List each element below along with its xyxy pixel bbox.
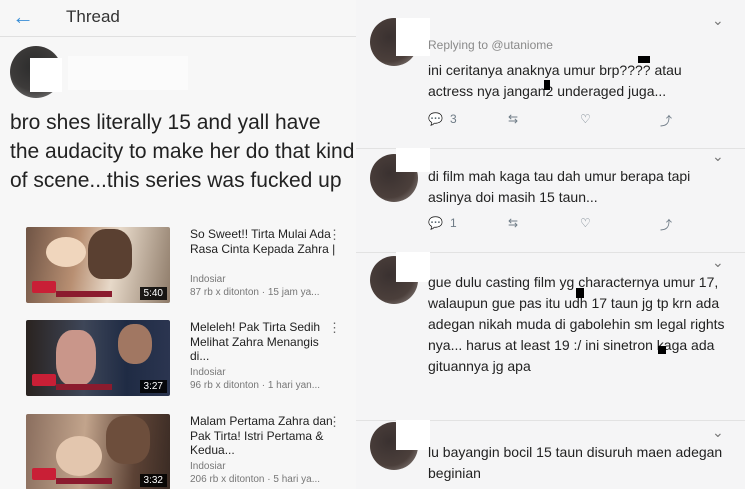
reply-item[interactable]: ⌄ gue dulu casting film yg characternya … [356, 252, 745, 421]
video-channel[interactable]: Indosiar [190, 367, 226, 378]
redacted-name-box [30, 58, 62, 92]
share-icon[interactable]: ⤴ [660, 112, 672, 129]
reply-item[interactable]: ⌄ Replying to @utaniome ini ceritanya an… [356, 0, 745, 149]
share-icon[interactable]: ⤴ [660, 216, 672, 233]
redaction-mark [544, 80, 550, 90]
video-meta: 206 rb x ditonton · 5 hari ya... [190, 474, 321, 485]
more-vert-icon[interactable]: ⋮ [328, 227, 341, 243]
tweet-actions: 💬 3 ⇆ ♡ ⤴ [428, 112, 688, 130]
more-vert-icon[interactable]: ⋮ [328, 414, 341, 430]
post-text: bro shes literally 15 and yall have the … [10, 111, 355, 192]
video-item[interactable]: 5:40 So Sweet!! Tirta Mulai Ada Rasa Cin… [26, 227, 356, 311]
retweet-icon[interactable]: ⇆ [508, 216, 518, 230]
reply-item[interactable]: ⌄ di film mah kaga tau dah umur berapa t… [356, 148, 745, 253]
channel-logo-icon [32, 374, 56, 386]
thread-panel: ← Thread bro shes literally 15 and yall … [0, 0, 356, 489]
chevron-down-icon[interactable]: ⌄ [712, 12, 724, 29]
video-duration: 3:32 [139, 474, 167, 487]
redacted-name-box [396, 420, 430, 450]
video-title[interactable]: So Sweet!! Tirta Mulai Ada Rasa Cinta Ke… [190, 227, 340, 256]
thread-header: ← Thread [0, 0, 356, 37]
reply-icon[interactable]: 💬 [428, 112, 443, 126]
chevron-down-icon[interactable]: ⌄ [712, 424, 724, 441]
video-title[interactable]: Meleleh! Pak Tirta Sedih Melihat Zahra M… [190, 320, 340, 364]
like-icon[interactable]: ♡ [580, 216, 591, 230]
video-meta: 96 rb x ditonton · 1 hari yan... [190, 380, 321, 391]
reply-icon[interactable]: 💬 [428, 216, 443, 230]
video-title[interactable]: Malam Pertama Zahra dan Pak Tirta! Istri… [190, 414, 340, 458]
channel-logo-icon [32, 281, 56, 293]
redacted-name-box [396, 148, 430, 172]
video-item[interactable]: 3:32 Malam Pertama Zahra dan Pak Tirta! … [26, 414, 356, 489]
page-title: Thread [66, 7, 120, 26]
chevron-down-icon[interactable]: ⌄ [712, 148, 724, 165]
channel-logo-icon [32, 468, 56, 480]
video-thumbnail[interactable]: 3:27 [26, 320, 170, 396]
more-vert-icon[interactable]: ⋮ [328, 320, 341, 336]
reply-text: di film mah kaga tau dah umur berapa tap… [428, 168, 691, 205]
redaction-mark [658, 346, 666, 354]
video-meta: 87 rb x ditonton · 15 jam ya... [190, 287, 320, 298]
banner-strip [56, 291, 112, 297]
reply-text: lu bayangin bocil 15 taun disuruh maen a… [428, 444, 723, 481]
reply-text: ini ceritanya anaknya umur brp???? atau … [428, 62, 682, 99]
video-item[interactable]: 3:27 Meleleh! Pak Tirta Sedih Melihat Za… [26, 320, 356, 404]
chevron-down-icon[interactable]: ⌄ [712, 254, 724, 271]
video-duration: 5:40 [139, 287, 167, 300]
reply-count: 3 [450, 112, 457, 126]
video-thumbnail[interactable]: 5:40 [26, 227, 170, 303]
reply-item[interactable]: ⌄ lu bayangin bocil 15 taun disuruh maen… [356, 420, 745, 489]
video-thumbnail[interactable]: 3:32 [26, 414, 170, 489]
replies-panel: ⌄ Replying to @utaniome ini ceritanya an… [356, 0, 745, 489]
video-duration: 3:27 [139, 380, 167, 393]
arrow-left-icon[interactable]: ← [12, 6, 34, 28]
reply-count: 1 [450, 216, 457, 230]
redacted-name-box [396, 252, 430, 282]
video-channel[interactable]: Indosiar [190, 274, 226, 285]
video-channel[interactable]: Indosiar [190, 461, 226, 472]
banner-strip [56, 384, 112, 390]
tweet-actions: 💬 1 ⇆ ♡ ⤴ [428, 216, 688, 234]
banner-strip [56, 478, 112, 484]
redaction-mark [576, 288, 584, 298]
redacted-username [68, 56, 188, 90]
redacted-name-box [396, 18, 430, 56]
redaction-mark [638, 56, 650, 63]
like-icon[interactable]: ♡ [580, 112, 591, 126]
retweet-icon[interactable]: ⇆ [508, 112, 518, 126]
replying-to-label[interactable]: Replying to @utaniome [428, 38, 553, 52]
